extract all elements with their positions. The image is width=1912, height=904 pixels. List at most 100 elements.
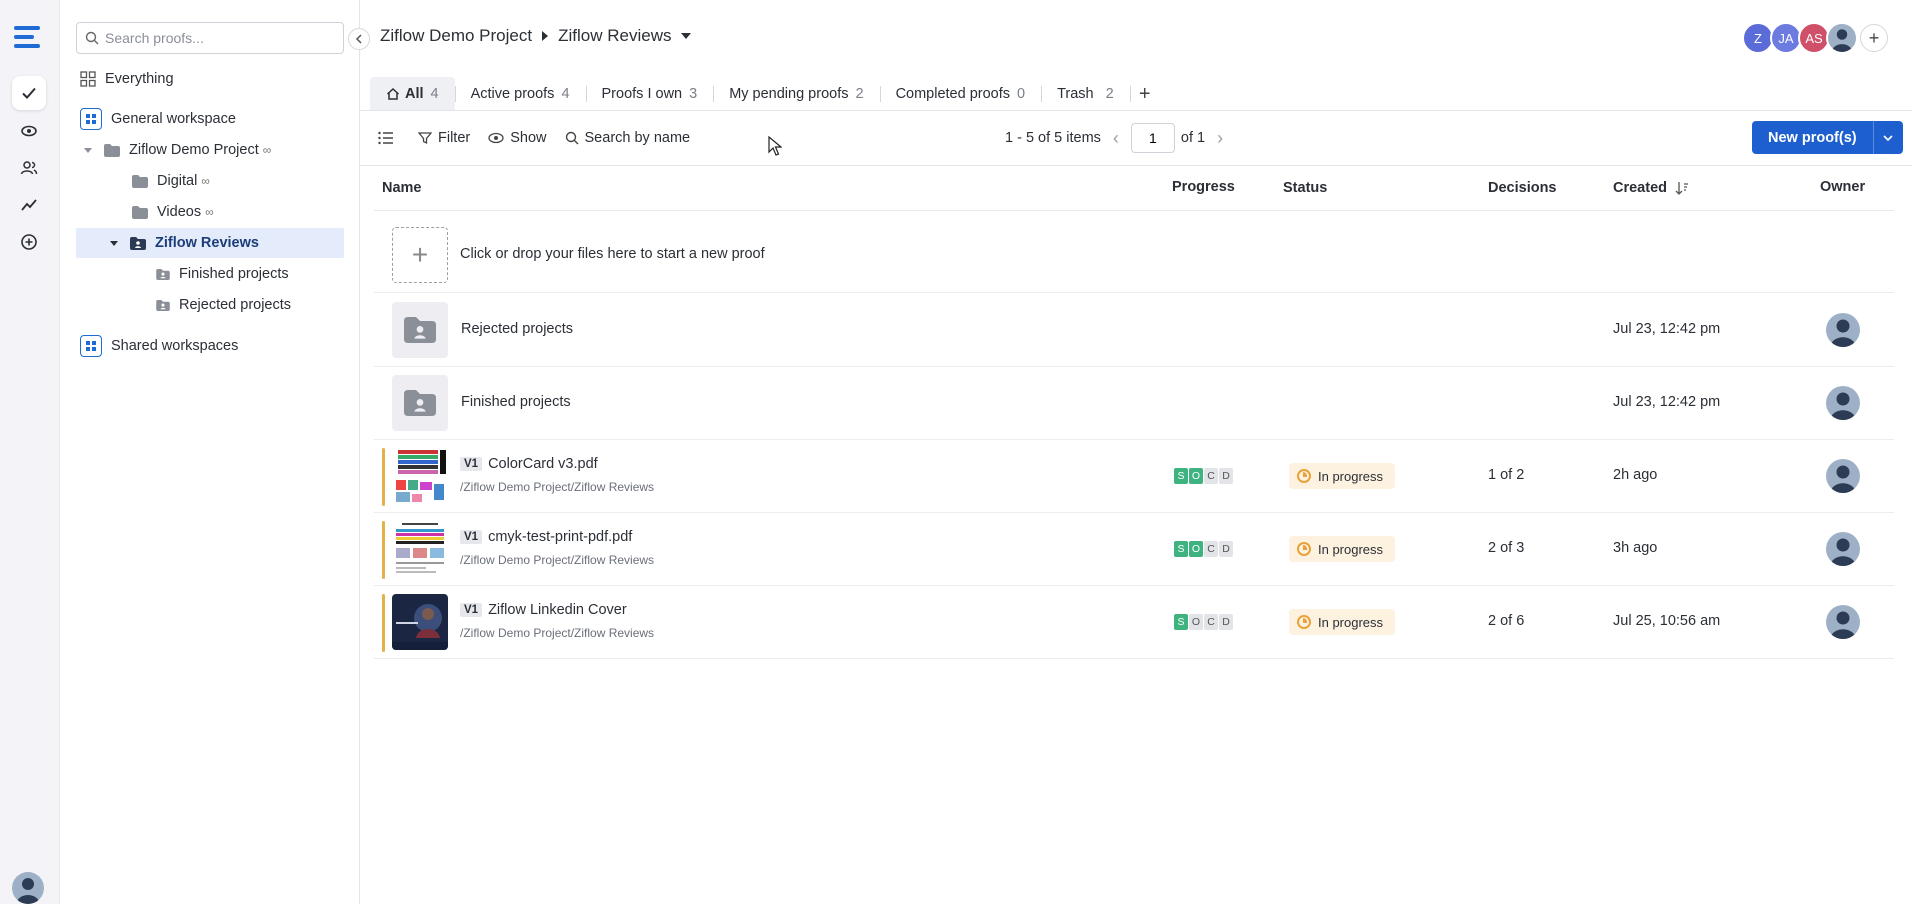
eye-icon[interactable] (12, 114, 46, 148)
column-header-name[interactable]: Name (382, 180, 422, 196)
add-member-button[interactable]: + (1860, 24, 1888, 52)
search-by-name-button[interactable]: Search by name (565, 130, 690, 146)
tab-trash[interactable]: Trash 2 (1041, 77, 1130, 111)
status-label: In progress (1318, 541, 1384, 557)
sidebar-item-label: Digital (157, 173, 198, 189)
column-header-created[interactable]: Created (1613, 180, 1689, 196)
chevron-down-icon[interactable] (1872, 121, 1903, 154)
in-progress-icon (1297, 469, 1311, 483)
search-box[interactable] (76, 22, 344, 54)
sidebar-item-digital[interactable]: Digital ∞ (132, 166, 210, 196)
sidebar-item-finished-projects[interactable]: Finished projects (156, 259, 289, 289)
sidebar-item-general-workspace[interactable]: General workspace (80, 104, 236, 134)
version-tag: V1 (460, 603, 483, 617)
collapse-sidebar-button[interactable] (348, 28, 370, 50)
avatar[interactable] (1826, 22, 1858, 54)
proof-name[interactable]: ColorCard v3.pdf (488, 456, 598, 472)
list-view-button[interactable] (378, 131, 400, 145)
breadcrumb-folder[interactable]: Ziflow Reviews (558, 26, 671, 46)
proof-name[interactable]: cmyk-test-print-pdf.pdf (488, 529, 632, 545)
version-tag: V1 (460, 530, 483, 544)
chevron-down-icon[interactable] (110, 240, 118, 246)
decisions: 2 of 6 (1488, 613, 1525, 629)
chevron-right-icon[interactable]: › (1217, 128, 1223, 149)
sidebar-item-ziflow-reviews[interactable]: Ziflow Reviews (76, 228, 344, 258)
proof-thumbnail[interactable] (392, 521, 448, 577)
progress-step: S (1174, 614, 1188, 630)
table-row[interactable]: V1 cmyk-test-print-pdf.pdf /Ziflow Demo P… (374, 513, 1894, 586)
tab-label: All (405, 86, 424, 102)
proof-thumbnail[interactable] (392, 594, 448, 650)
filter-button[interactable]: Filter (418, 130, 470, 146)
column-header-label: Created (1613, 180, 1667, 196)
chevron-down-icon[interactable] (84, 147, 92, 153)
owner-avatar (1826, 459, 1860, 493)
folder-name[interactable]: Rejected projects (461, 321, 573, 337)
sidebar-item-videos[interactable]: Videos ∞ (132, 197, 214, 227)
users-icon[interactable] (12, 151, 46, 185)
sort-desc-icon[interactable] (1675, 181, 1689, 195)
sidebar-item-everything[interactable]: Everything (80, 64, 174, 94)
chevron-down-icon[interactable] (681, 33, 692, 39)
breadcrumb-project[interactable]: Ziflow Demo Project (380, 26, 532, 46)
table-row[interactable]: V1 ColorCard v3.pdf /Ziflow Demo Project/… (374, 440, 1894, 513)
created-date: 2h ago (1613, 467, 1658, 483)
row-accent (382, 594, 385, 652)
tab-proofs-i-own[interactable]: Proofs I own 3 (585, 77, 714, 111)
folder-name[interactable]: Finished projects (461, 394, 571, 410)
filter-icon (418, 132, 432, 145)
user-avatar[interactable] (12, 872, 44, 904)
shared-folder-icon (392, 302, 448, 358)
upload-text: Click or drop your files here to start a… (460, 246, 765, 262)
proof-path: /Ziflow Demo Project/Ziflow Reviews (460, 626, 655, 640)
tab-completed-proofs[interactable]: Completed proofs 0 (879, 77, 1042, 111)
proof-name[interactable]: Ziflow Linkedin Cover (488, 602, 627, 618)
add-tab-button[interactable]: + (1129, 77, 1160, 111)
link-icon: ∞ (262, 143, 272, 157)
tab-count: 2 (1105, 86, 1114, 102)
page-input[interactable] (1130, 123, 1175, 153)
column-header-owner[interactable]: Owner (1820, 179, 1865, 195)
shared-folder-icon (156, 268, 170, 280)
add-circle-icon[interactable] (12, 225, 46, 259)
tab-count: 4 (561, 86, 570, 102)
table-row[interactable]: Finished projects Jul 23, 12:42 pm (374, 367, 1894, 440)
proof-path: /Ziflow Demo Project/Ziflow Reviews (460, 553, 655, 567)
check-icon[interactable] (12, 76, 46, 110)
created-date: Jul 25, 10:56 am (1613, 613, 1721, 629)
show-label: Show (510, 130, 547, 146)
status-label: In progress (1318, 614, 1384, 630)
progress-step: S (1174, 468, 1188, 484)
tab-my-pending-proofs[interactable]: My pending proofs 2 (713, 77, 879, 111)
chevron-left-icon[interactable]: ‹ (1113, 128, 1119, 149)
link-icon: ∞ (201, 174, 210, 188)
column-header-progress[interactable]: Progress (1172, 179, 1235, 195)
decisions: 2 of 3 (1488, 540, 1525, 556)
created-date: Jul 23, 12:42 pm (1613, 394, 1721, 410)
sidebar-item-rejected-projects[interactable]: Rejected projects (156, 290, 291, 320)
in-progress-icon (1297, 615, 1311, 629)
row-accent (382, 521, 385, 579)
sidebar-item-shared-workspaces[interactable]: Shared workspaces (80, 331, 238, 361)
ziflow-logo[interactable] (14, 26, 44, 52)
sidebar-item-project[interactable]: Ziflow Demo Project ∞ (84, 135, 271, 165)
table-row[interactable]: Rejected projects Jul 23, 12:42 pm (374, 294, 1894, 367)
status-badge: In progress (1289, 609, 1396, 635)
chart-icon[interactable] (12, 188, 46, 222)
show-button[interactable]: Show (488, 130, 547, 146)
home-icon (386, 87, 400, 100)
column-header-status[interactable]: Status (1283, 180, 1327, 196)
sidebar-item-label: Ziflow Demo Project (129, 142, 259, 158)
tab-active-proofs[interactable]: Active proofs 4 (454, 77, 586, 111)
owner-avatar (1826, 605, 1860, 639)
tab-all[interactable]: All 4 (370, 77, 455, 111)
search-input[interactable] (105, 30, 335, 46)
add-file-button[interactable]: + (392, 227, 448, 283)
sidebar-item-label: Finished projects (179, 266, 289, 282)
new-proof-button[interactable]: New proof(s) (1752, 121, 1873, 154)
sidebar-item-label: Everything (105, 71, 174, 87)
table-row[interactable]: V1 Ziflow Linkedin Cover /Ziflow Demo Pro… (374, 586, 1894, 659)
upload-row[interactable]: + Click or drop your files here to start… (374, 211, 1894, 293)
column-header-decisions[interactable]: Decisions (1488, 180, 1557, 196)
proof-thumbnail[interactable] (392, 448, 448, 504)
